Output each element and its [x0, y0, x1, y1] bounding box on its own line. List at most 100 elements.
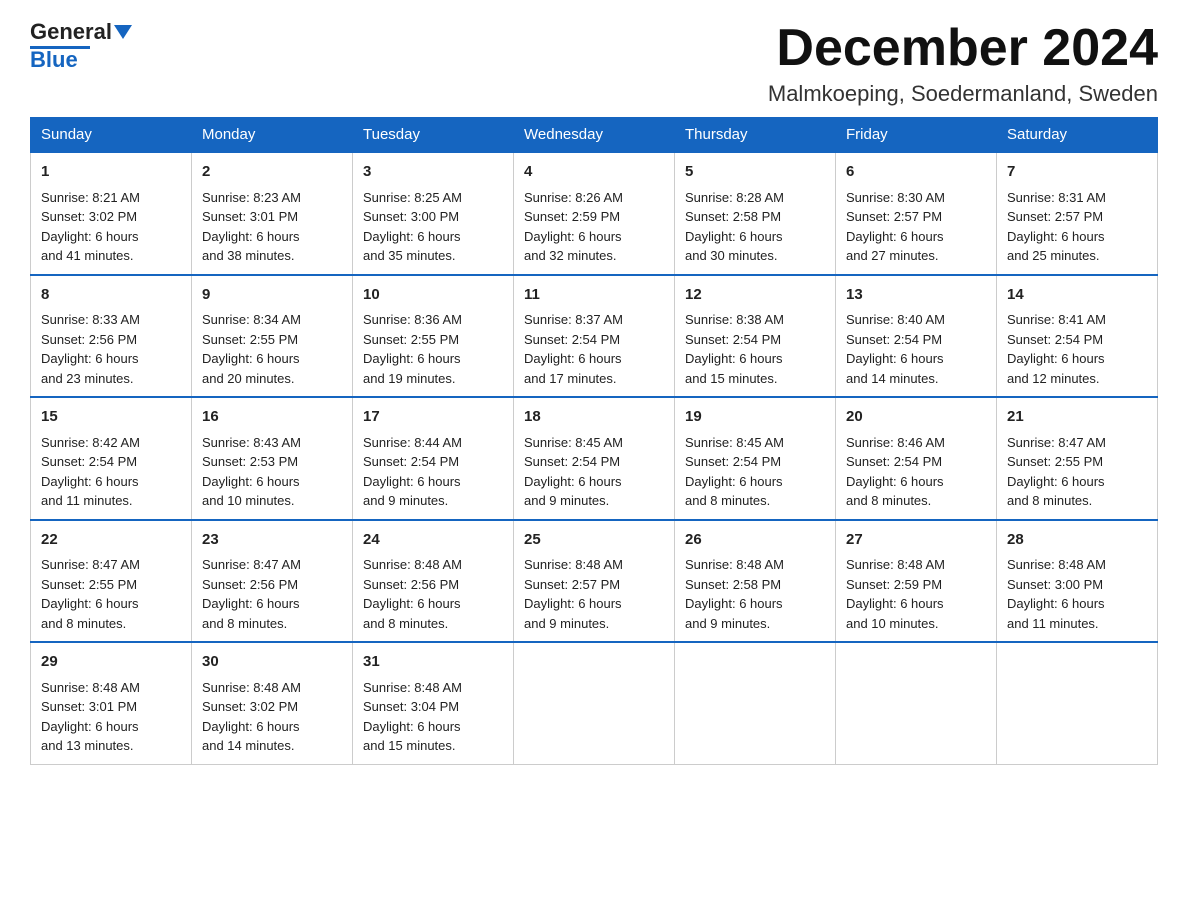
day-info: and 15 minutes. — [685, 369, 825, 389]
calendar-cell: 11Sunrise: 8:37 AMSunset: 2:54 PMDayligh… — [514, 275, 675, 398]
day-info: and 14 minutes. — [202, 736, 342, 756]
calendar-cell: 4Sunrise: 8:26 AMSunset: 2:59 PMDaylight… — [514, 152, 675, 275]
day-info: and 30 minutes. — [685, 246, 825, 266]
day-info: Daylight: 6 hours — [363, 227, 503, 247]
day-info: Sunset: 2:54 PM — [846, 452, 986, 472]
day-info: and 41 minutes. — [41, 246, 181, 266]
day-info: Sunset: 3:02 PM — [41, 207, 181, 227]
day-info: Daylight: 6 hours — [363, 717, 503, 737]
day-info: Daylight: 6 hours — [524, 472, 664, 492]
day-number: 14 — [1007, 284, 1147, 307]
day-number: 7 — [1007, 161, 1147, 184]
day-header-sunday: Sunday — [31, 118, 192, 153]
day-info: Sunset: 2:57 PM — [524, 575, 664, 595]
day-number: 18 — [524, 406, 664, 429]
day-info: Sunrise: 8:48 AM — [41, 678, 181, 698]
day-info: Sunset: 2:55 PM — [41, 575, 181, 595]
day-info: and 13 minutes. — [41, 736, 181, 756]
day-info: Sunset: 2:54 PM — [685, 452, 825, 472]
calendar-cell: 21Sunrise: 8:47 AMSunset: 2:55 PMDayligh… — [997, 397, 1158, 520]
day-info: and 9 minutes. — [524, 491, 664, 511]
day-info: Daylight: 6 hours — [41, 349, 181, 369]
day-info: Sunrise: 8:44 AM — [363, 433, 503, 453]
day-info: Sunset: 2:56 PM — [202, 575, 342, 595]
calendar-cell: 25Sunrise: 8:48 AMSunset: 2:57 PMDayligh… — [514, 520, 675, 643]
day-info: Daylight: 6 hours — [41, 472, 181, 492]
day-info: and 32 minutes. — [524, 246, 664, 266]
day-info: and 8 minutes. — [41, 614, 181, 634]
day-info: and 8 minutes. — [685, 491, 825, 511]
day-info: Daylight: 6 hours — [846, 472, 986, 492]
day-info: Sunrise: 8:48 AM — [363, 555, 503, 575]
day-info: Sunset: 2:54 PM — [846, 330, 986, 350]
calendar-week-row: 1Sunrise: 8:21 AMSunset: 3:02 PMDaylight… — [31, 152, 1158, 275]
day-info: Sunset: 2:59 PM — [524, 207, 664, 227]
logo-blue: Blue — [30, 47, 78, 73]
day-info: Sunset: 3:01 PM — [202, 207, 342, 227]
calendar-cell: 7Sunrise: 8:31 AMSunset: 2:57 PMDaylight… — [997, 152, 1158, 275]
day-info: Sunrise: 8:45 AM — [524, 433, 664, 453]
day-info: Sunset: 3:00 PM — [1007, 575, 1147, 595]
day-info: Sunrise: 8:47 AM — [1007, 433, 1147, 453]
day-info: Sunrise: 8:48 AM — [846, 555, 986, 575]
day-number: 17 — [363, 406, 503, 429]
calendar-week-row: 8Sunrise: 8:33 AMSunset: 2:56 PMDaylight… — [31, 275, 1158, 398]
calendar-cell: 17Sunrise: 8:44 AMSunset: 2:54 PMDayligh… — [353, 397, 514, 520]
calendar-cell: 27Sunrise: 8:48 AMSunset: 2:59 PMDayligh… — [836, 520, 997, 643]
day-info: Sunrise: 8:47 AM — [202, 555, 342, 575]
day-info: Sunset: 2:54 PM — [524, 330, 664, 350]
day-info: Daylight: 6 hours — [1007, 594, 1147, 614]
day-info: Daylight: 6 hours — [1007, 472, 1147, 492]
day-info: and 35 minutes. — [363, 246, 503, 266]
day-number: 11 — [524, 284, 664, 307]
day-info: Sunrise: 8:47 AM — [41, 555, 181, 575]
day-info: Sunrise: 8:33 AM — [41, 310, 181, 330]
calendar-cell: 5Sunrise: 8:28 AMSunset: 2:58 PMDaylight… — [675, 152, 836, 275]
day-info: Sunset: 3:01 PM — [41, 697, 181, 717]
day-info: Daylight: 6 hours — [685, 472, 825, 492]
calendar-cell: 16Sunrise: 8:43 AMSunset: 2:53 PMDayligh… — [192, 397, 353, 520]
day-info: Sunrise: 8:45 AM — [685, 433, 825, 453]
day-info: Sunset: 2:55 PM — [363, 330, 503, 350]
logo: General Blue — [30, 20, 132, 73]
day-header-friday: Friday — [836, 118, 997, 153]
day-info: Daylight: 6 hours — [202, 472, 342, 492]
day-info: and 9 minutes. — [524, 614, 664, 634]
day-number: 31 — [363, 651, 503, 674]
calendar-cell: 10Sunrise: 8:36 AMSunset: 2:55 PMDayligh… — [353, 275, 514, 398]
day-info: Sunrise: 8:48 AM — [685, 555, 825, 575]
day-info: Sunrise: 8:28 AM — [685, 188, 825, 208]
day-number: 27 — [846, 529, 986, 552]
calendar-cell: 19Sunrise: 8:45 AMSunset: 2:54 PMDayligh… — [675, 397, 836, 520]
day-info: Daylight: 6 hours — [685, 594, 825, 614]
calendar-table: SundayMondayTuesdayWednesdayThursdayFrid… — [30, 117, 1158, 765]
day-info: Sunset: 2:54 PM — [1007, 330, 1147, 350]
day-info: Sunrise: 8:40 AM — [846, 310, 986, 330]
day-info: Daylight: 6 hours — [846, 349, 986, 369]
calendar-cell — [675, 642, 836, 764]
calendar-cell: 30Sunrise: 8:48 AMSunset: 3:02 PMDayligh… — [192, 642, 353, 764]
day-number: 1 — [41, 161, 181, 184]
day-info: and 11 minutes. — [1007, 614, 1147, 634]
day-info: Sunrise: 8:34 AM — [202, 310, 342, 330]
day-info: and 8 minutes. — [202, 614, 342, 634]
day-number: 24 — [363, 529, 503, 552]
day-info: Sunrise: 8:46 AM — [846, 433, 986, 453]
calendar-cell — [514, 642, 675, 764]
day-info: Daylight: 6 hours — [41, 594, 181, 614]
day-info: Sunrise: 8:48 AM — [202, 678, 342, 698]
day-info: Sunset: 3:00 PM — [363, 207, 503, 227]
day-info: and 12 minutes. — [1007, 369, 1147, 389]
day-number: 16 — [202, 406, 342, 429]
day-info: Sunset: 2:54 PM — [524, 452, 664, 472]
day-number: 5 — [685, 161, 825, 184]
calendar-cell: 31Sunrise: 8:48 AMSunset: 3:04 PMDayligh… — [353, 642, 514, 764]
page-header: General Blue December 2024 Malmkoeping, … — [30, 20, 1158, 107]
calendar-cell: 6Sunrise: 8:30 AMSunset: 2:57 PMDaylight… — [836, 152, 997, 275]
day-info: and 10 minutes. — [846, 614, 986, 634]
day-info: and 38 minutes. — [202, 246, 342, 266]
calendar-cell: 22Sunrise: 8:47 AMSunset: 2:55 PMDayligh… — [31, 520, 192, 643]
calendar-cell: 2Sunrise: 8:23 AMSunset: 3:01 PMDaylight… — [192, 152, 353, 275]
day-number: 15 — [41, 406, 181, 429]
day-info: Sunset: 2:55 PM — [202, 330, 342, 350]
